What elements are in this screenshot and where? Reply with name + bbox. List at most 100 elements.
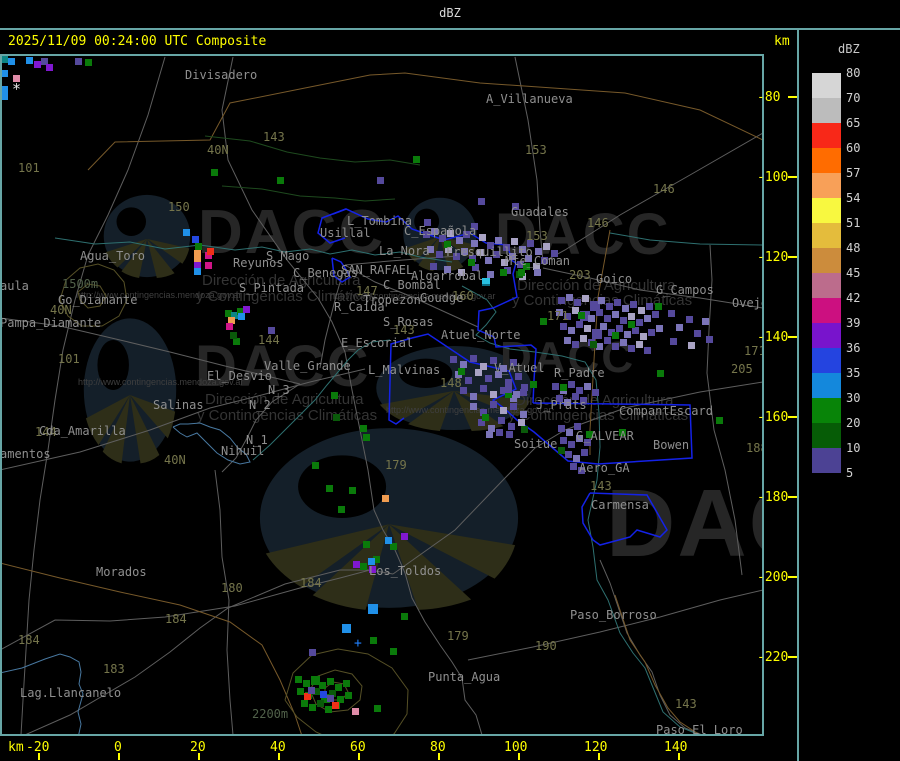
radar-echo-pixel	[301, 700, 308, 707]
radar-echo-pixel	[622, 305, 629, 312]
town-label: Usillal	[320, 226, 371, 240]
town-label: Soitue	[514, 437, 558, 451]
radar-echo-pixel	[413, 156, 420, 163]
radar-echo-pixel	[470, 403, 477, 410]
radar-echo-pixel	[511, 238, 518, 245]
radar-echo-pixel	[470, 393, 477, 400]
x-axis-tick	[118, 753, 120, 760]
radar-echo-pixel	[487, 271, 494, 278]
radar-echo-pixel	[582, 295, 589, 302]
road-number-label: 40N	[164, 453, 186, 467]
dacc-logo-eye-icon	[213, 424, 565, 612]
y-axis-tick	[788, 176, 797, 178]
y-axis-tick	[788, 576, 797, 578]
radar-echo-pixel	[436, 251, 443, 258]
radar-echo-pixel	[211, 169, 218, 176]
legend-color-box	[812, 148, 841, 173]
town-label: Goudge	[420, 291, 464, 305]
elevation-label: 2200m	[252, 707, 289, 721]
town-label: S_Pintada	[239, 281, 305, 295]
legend-color-box	[812, 98, 841, 123]
radar-echo-pixel	[694, 330, 701, 337]
legend-tick-label: 60	[846, 141, 861, 155]
radar-echo-pixel	[470, 355, 477, 362]
town-label: Pampa_Diamante	[2, 316, 102, 330]
radar-echo-pixel	[238, 313, 245, 320]
radar-echo-pixel	[628, 313, 635, 320]
radar-echo-pixel	[632, 327, 639, 334]
watermark-brand-text: DACC	[606, 470, 762, 577]
radar-echo-pixel	[581, 449, 588, 456]
town-label: Punta_Agua	[428, 670, 501, 684]
town-label: Bowen	[653, 438, 690, 452]
radar-echo-pixel	[578, 312, 585, 319]
radar-echo-pixel	[612, 311, 619, 318]
top-divider-line	[0, 28, 900, 30]
road-number-label: 101	[18, 161, 40, 175]
radar-echo-pixel	[385, 537, 392, 544]
radar-echo-pixel	[616, 325, 623, 332]
radar-echo-pixel	[560, 384, 567, 391]
radar-echo-pixel	[604, 337, 611, 344]
legend-tick-label: 54	[846, 191, 861, 205]
radar-echo-pixel	[636, 341, 643, 348]
radar-echo-pixel	[500, 269, 507, 276]
radar-echo-pixel	[460, 361, 467, 368]
radar-echo-pixel	[566, 294, 573, 301]
radar-echo-pixel	[552, 383, 559, 390]
dbz-color-legend: dBZ 80 70 65 60 57 54 51 48 45 42 39 36 35 30 20 10 5	[805, 40, 900, 740]
town-label: CompantEscard	[619, 404, 713, 418]
map-line	[204, 135, 421, 166]
legend-color-box	[812, 273, 841, 298]
town-label: Goico	[596, 272, 633, 286]
town-label: G_Campos	[656, 283, 714, 297]
radar-echo-pixel	[327, 695, 334, 702]
y-axis-label: -80	[757, 90, 781, 105]
radar-echo-pixel	[568, 381, 575, 388]
town-label: Oveje	[732, 296, 762, 310]
radar-map-viewport[interactable]: DACC Dirección de Agricultura y Contingenc…	[2, 56, 762, 734]
legend-color-box	[812, 298, 841, 323]
x-axis-tick	[278, 753, 280, 760]
radar-echo-pixel	[309, 704, 316, 711]
radar-echo-pixel	[490, 391, 497, 398]
road-number-label: 146	[653, 182, 675, 196]
radar-echo-pixel	[2, 93, 8, 100]
town-label: N_2	[249, 398, 271, 412]
town-label: El_Desvio	[207, 369, 273, 383]
road-number-label: 179	[385, 458, 407, 472]
radar-echo-pixel	[584, 383, 591, 390]
radar-echo-pixel	[558, 447, 565, 454]
legend-color-box	[812, 173, 841, 198]
radar-echo-pixel	[498, 417, 505, 424]
road-number-label: 205	[731, 362, 753, 376]
town-label: Valle_Grande	[264, 359, 351, 373]
legend-tick-label: 35	[846, 366, 861, 380]
town-label: Guadales	[511, 205, 569, 219]
radar-echo-pixel	[676, 324, 683, 331]
y-axis-label: -220	[757, 650, 789, 665]
legend-color-box	[812, 448, 841, 473]
radar-echo-pixel	[670, 338, 677, 345]
radar-echo-pixel	[333, 414, 340, 421]
radar-echo-pixel	[652, 311, 659, 318]
radar-echo-pixel	[312, 462, 319, 469]
radar-echo-pixel	[277, 177, 284, 184]
town-label: C_Española	[404, 224, 477, 238]
legend-color-box	[812, 323, 841, 348]
legend-divider-line	[797, 28, 799, 761]
radar-echo-pixel	[345, 692, 352, 699]
radar-echo-pixel	[468, 259, 475, 266]
radar-echo-pixel	[510, 403, 517, 410]
timestamp-label: 2025/11/09 00:24:00 UTC Composite	[8, 34, 267, 49]
radar-echo-pixel	[370, 637, 377, 644]
radar-echo-pixel	[534, 269, 541, 276]
radar-echo-pixel	[686, 316, 693, 323]
radar-echo-pixel	[363, 434, 370, 441]
radar-site-icon	[482, 278, 490, 286]
radar-echo-pixel	[657, 370, 664, 377]
town-label: Divisadero	[185, 68, 258, 82]
radar-echo-pixel	[360, 425, 367, 432]
road-number-label: 101	[58, 352, 80, 366]
x-axis-label: km	[8, 740, 24, 755]
